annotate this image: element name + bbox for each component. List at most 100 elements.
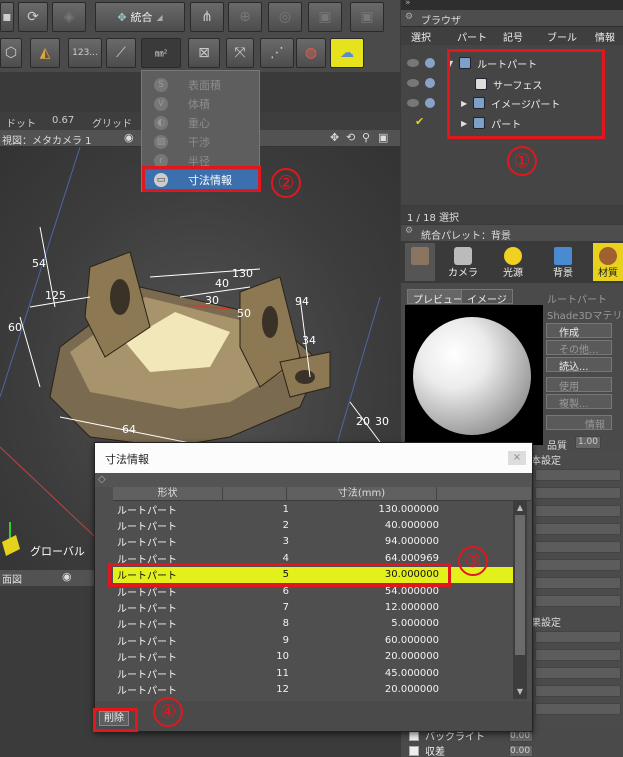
cube-tool-button[interactable]: ⬡ [0, 38, 22, 68]
browser-menu-boolean[interactable]: ブール [547, 29, 577, 44]
visibility-orb-icon[interactable] [425, 58, 435, 68]
callout-3: ③ [458, 546, 488, 576]
collapse-icon[interactable]: » [405, 0, 411, 8]
table-row[interactable]: ルートパート 8 5.000000 [113, 616, 513, 632]
scroll-down-icon[interactable]: ▼ [515, 687, 525, 697]
snap-button-2[interactable]: ◎ [268, 2, 302, 32]
settings-slider[interactable] [535, 523, 621, 535]
menu-item-interference[interactable]: ▨ 干渉 [142, 132, 259, 151]
info-button[interactable]: 情報 [546, 415, 612, 431]
menu-item-surface-area[interactable]: S 表面積 [142, 75, 259, 94]
table-row[interactable]: ルートパート 3 94.000000 [113, 534, 513, 550]
cell-index: 8 [282, 618, 289, 630]
visibility-orb-icon[interactable] [425, 98, 435, 108]
measure-button[interactable]: ㎜² [141, 38, 181, 68]
settings-icon[interactable]: ⚙ [405, 12, 413, 22]
settings-slider[interactable] [535, 685, 621, 697]
box-button-2[interactable]: ▣ [350, 2, 384, 32]
mode-select-button[interactable]: ✥ 統合 ◢ [95, 2, 185, 32]
grid-label: グリッド [92, 119, 132, 130]
quality-field[interactable]: 1.00 [575, 436, 601, 449]
table-row[interactable]: ルートパート 7 12.000000 [113, 599, 513, 615]
eye-icon[interactable] [407, 59, 419, 67]
browser-menu-symbol[interactable]: 記号 [503, 29, 523, 44]
settings-slider[interactable] [535, 559, 621, 571]
tab-light[interactable]: 光源 [491, 243, 535, 281]
camera-toggle-icon[interactable]: ◉ [62, 570, 72, 583]
toolbar-button-left[interactable]: ▪ [0, 2, 14, 32]
table-row[interactable]: ルートパート 11 45.000000 [113, 665, 513, 681]
create-button[interactable]: 作成 [546, 323, 612, 339]
redo-button[interactable]: ⟳ [18, 2, 48, 32]
camera-toggle-icon[interactable]: ◉ [124, 131, 134, 144]
render-button[interactable]: ◭ [30, 38, 60, 68]
table-row[interactable]: ルートパート 9 60.000000 [113, 632, 513, 648]
column-header-dimension[interactable]: 寸法(mm) [287, 487, 437, 500]
snap-button-1[interactable]: ⊕ [228, 2, 262, 32]
visibility-orb-icon[interactable] [425, 78, 435, 88]
browser-menu-part[interactable]: パート [457, 29, 487, 44]
browser-menu-info[interactable]: 情報 [595, 29, 615, 44]
box-button-1[interactable]: ▣ [308, 2, 342, 32]
cloud-button[interactable]: ☁ [330, 38, 364, 68]
settings-slider[interactable] [535, 577, 621, 589]
table-row[interactable]: ルートパート 12 20.000000 [113, 681, 513, 697]
settings-slider[interactable] [535, 667, 621, 679]
scroll-up-icon[interactable]: ▲ [515, 503, 525, 513]
table-row[interactable]: ルートパート 1 130.000000 [113, 501, 513, 517]
menu-item-volume[interactable]: V 体積 [142, 94, 259, 113]
zoom-icon[interactable]: ⚲ [362, 131, 370, 144]
path-button[interactable]: ⋰ [260, 38, 294, 68]
eye-icon[interactable] [407, 79, 419, 87]
numeric-input-button[interactable]: 123... [68, 38, 102, 68]
settings-icon[interactable]: ⚙ [405, 226, 413, 236]
dimension-label: 94 [295, 295, 309, 308]
eye-icon[interactable] [407, 99, 419, 107]
check-icon[interactable]: ✔ [415, 115, 424, 128]
rotate-view-icon[interactable]: ⟲ [346, 131, 355, 144]
aberration-checkbox[interactable] [409, 745, 419, 756]
settings-slider[interactable] [535, 703, 621, 715]
menu-item-center-of-gravity[interactable]: ◐ 重心 [142, 113, 259, 132]
browser-menu-select[interactable]: 選択 [411, 29, 431, 44]
table-scrollbar[interactable]: ▲ ▼ [513, 501, 527, 699]
toolbar-button-disabled[interactable]: ◈ [52, 2, 86, 32]
panel-top-bar: » [401, 0, 623, 10]
ruler-button[interactable]: ⟋ [106, 38, 136, 68]
close-icon[interactable]: × [508, 451, 526, 465]
move-view-icon[interactable]: ✥ [330, 131, 339, 144]
dimension-label: 34 [302, 334, 316, 347]
aberration-row[interactable]: 収差 0.00 [409, 743, 533, 757]
tab-camera[interactable]: カメラ [441, 243, 485, 281]
palette-object-button[interactable] [405, 243, 435, 281]
table-row[interactable]: ルートパート 2 40.000000 [113, 517, 513, 533]
grid-button[interactable]: ⊠ [188, 38, 220, 68]
column-header-index[interactable] [223, 487, 287, 500]
table-row[interactable]: ルートパート 10 20.000000 [113, 649, 513, 665]
duplicate-button[interactable]: 複製... [546, 394, 612, 410]
scroll-thumb[interactable] [515, 515, 525, 655]
other-button[interactable]: その他... [546, 340, 612, 356]
settings-slider[interactable] [535, 505, 621, 517]
settings-slider[interactable] [535, 649, 621, 661]
settings-slider[interactable] [535, 487, 621, 499]
column-header-shape[interactable]: 形状 [113, 487, 223, 500]
aberration-value[interactable]: 0.00 [509, 744, 533, 757]
tab-image[interactable]: イメージ [461, 289, 513, 306]
settings-slider[interactable] [535, 469, 621, 481]
load-button[interactable]: 読込... [546, 357, 612, 373]
globe-button[interactable]: ◍ [296, 38, 326, 68]
transform-button[interactable]: ⤧ [226, 38, 254, 68]
tab-preview[interactable]: プレビュー [407, 289, 469, 306]
tab-material[interactable]: 材質 [593, 243, 623, 281]
settings-slider[interactable] [535, 631, 621, 643]
use-button[interactable]: 使用 [546, 377, 612, 393]
settings-slider[interactable] [535, 595, 621, 607]
tab-background[interactable]: 背景 [541, 243, 585, 281]
fit-view-icon[interactable]: ▣ [378, 131, 388, 144]
settings-slider[interactable] [535, 541, 621, 553]
material-icon [599, 247, 617, 265]
axis-icon: ⋔ [201, 9, 213, 25]
backlight-checkbox[interactable] [409, 730, 419, 741]
axis-button[interactable]: ⋔ [190, 2, 224, 32]
